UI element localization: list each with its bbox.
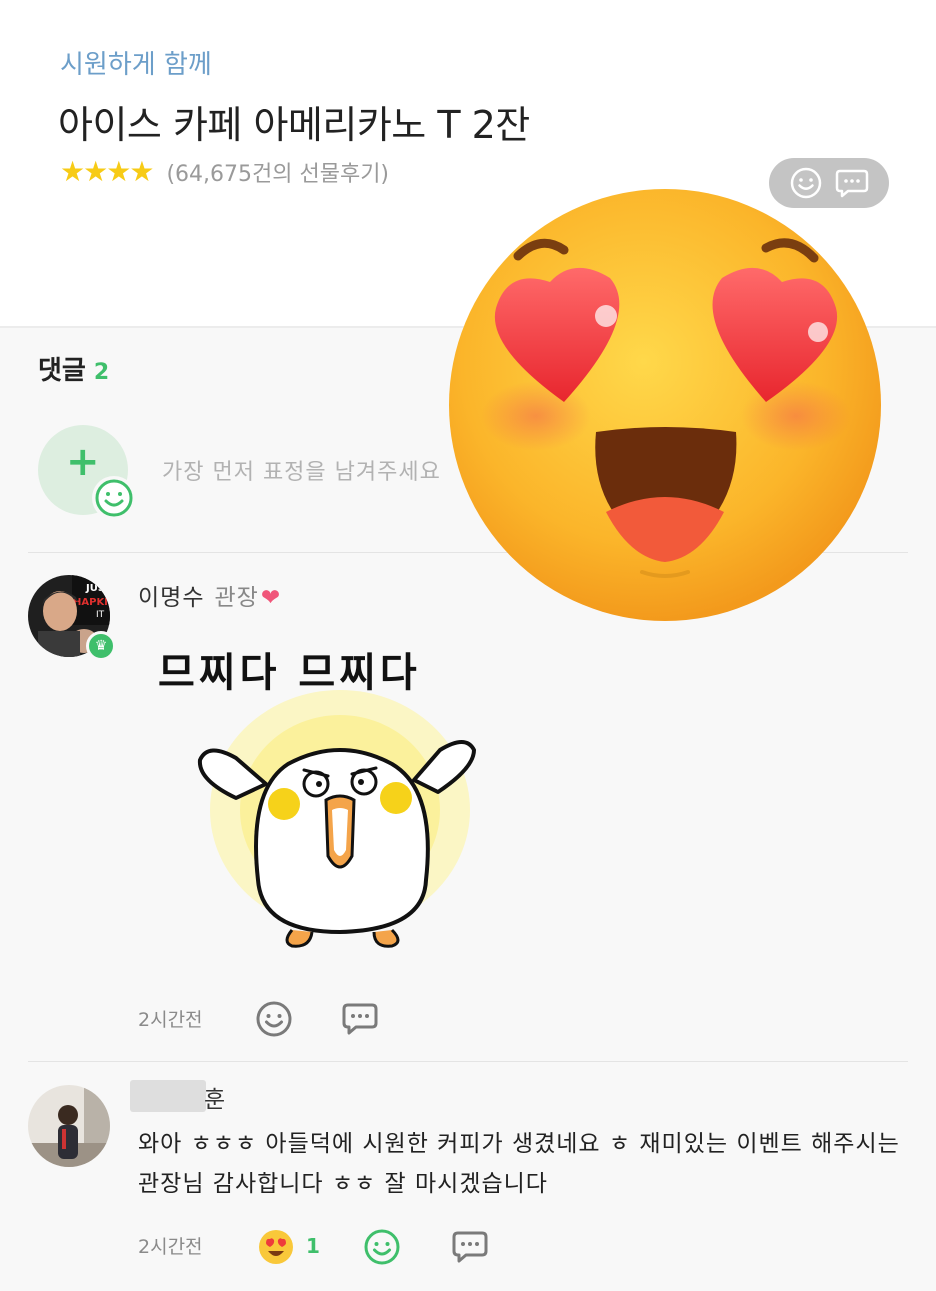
author-name-suffix[interactable]: 훈 [204, 1080, 225, 1114]
sticker-chick [197, 690, 476, 948]
author-role: 관장 [214, 585, 259, 611]
product-title: 아이스 카페 아메리카노 T 2잔 [58, 103, 530, 147]
star-icon: ★ [83, 155, 109, 188]
svg-text:IT: IT [96, 610, 105, 620]
comments-header: 댓글 2 [38, 350, 109, 387]
comment-text: 와아 ㅎㅎㅎ 아들덕에 시원한 커피가 생겼네요 ㅎ 재미있는 이벤트 해주시는… [138, 1131, 900, 1197]
add-reaction-prompt[interactable]: 가장 먼저 표정을 남겨주세요 [162, 454, 441, 486]
avatar[interactable] [28, 1085, 110, 1167]
chat-bubble-icon[interactable] [340, 999, 380, 1039]
chat-bubble-icon[interactable] [450, 1227, 490, 1267]
comments-label: 댓글 [38, 356, 86, 386]
star-icon: ★ [60, 155, 86, 188]
star-icon: ★ [106, 155, 132, 188]
rating-stars: ★ ★ ★ ★ [60, 155, 155, 188]
add-reaction-smile-icon [92, 476, 136, 520]
smile-icon[interactable] [362, 1227, 402, 1267]
review-count[interactable]: (64,675건의 선물후기) [166, 156, 389, 188]
comment-divider [28, 1061, 908, 1062]
product-subtitle: 시원하게 함께 [60, 50, 212, 80]
product-rating[interactable]: ★ ★ ★ ★ (64,675건의 선물후기) [60, 156, 389, 188]
comment-time: 2시간전 [138, 1236, 203, 1258]
comment-author[interactable]: 이명수 관장❤ [138, 578, 281, 612]
blurred-author-name [130, 1080, 206, 1112]
crown-icon: ♛ [86, 631, 116, 661]
svg-text:HAPKIDO: HAPKIDO [73, 597, 110, 608]
heart-icon: ❤ [260, 585, 282, 611]
comments-count: 2 [93, 360, 110, 385]
comment-time: 2시간전 [138, 1009, 203, 1031]
star-icon: ★ [129, 155, 155, 188]
reaction-count: 1 [306, 1234, 320, 1258]
author-name[interactable]: 이명수 [138, 585, 204, 611]
heart-eyes-emoji [449, 189, 881, 621]
svg-text:JUS: JUS [85, 583, 105, 594]
smile-icon[interactable] [254, 999, 294, 1039]
heart-eyes-reaction-icon[interactable] [256, 1227, 296, 1267]
